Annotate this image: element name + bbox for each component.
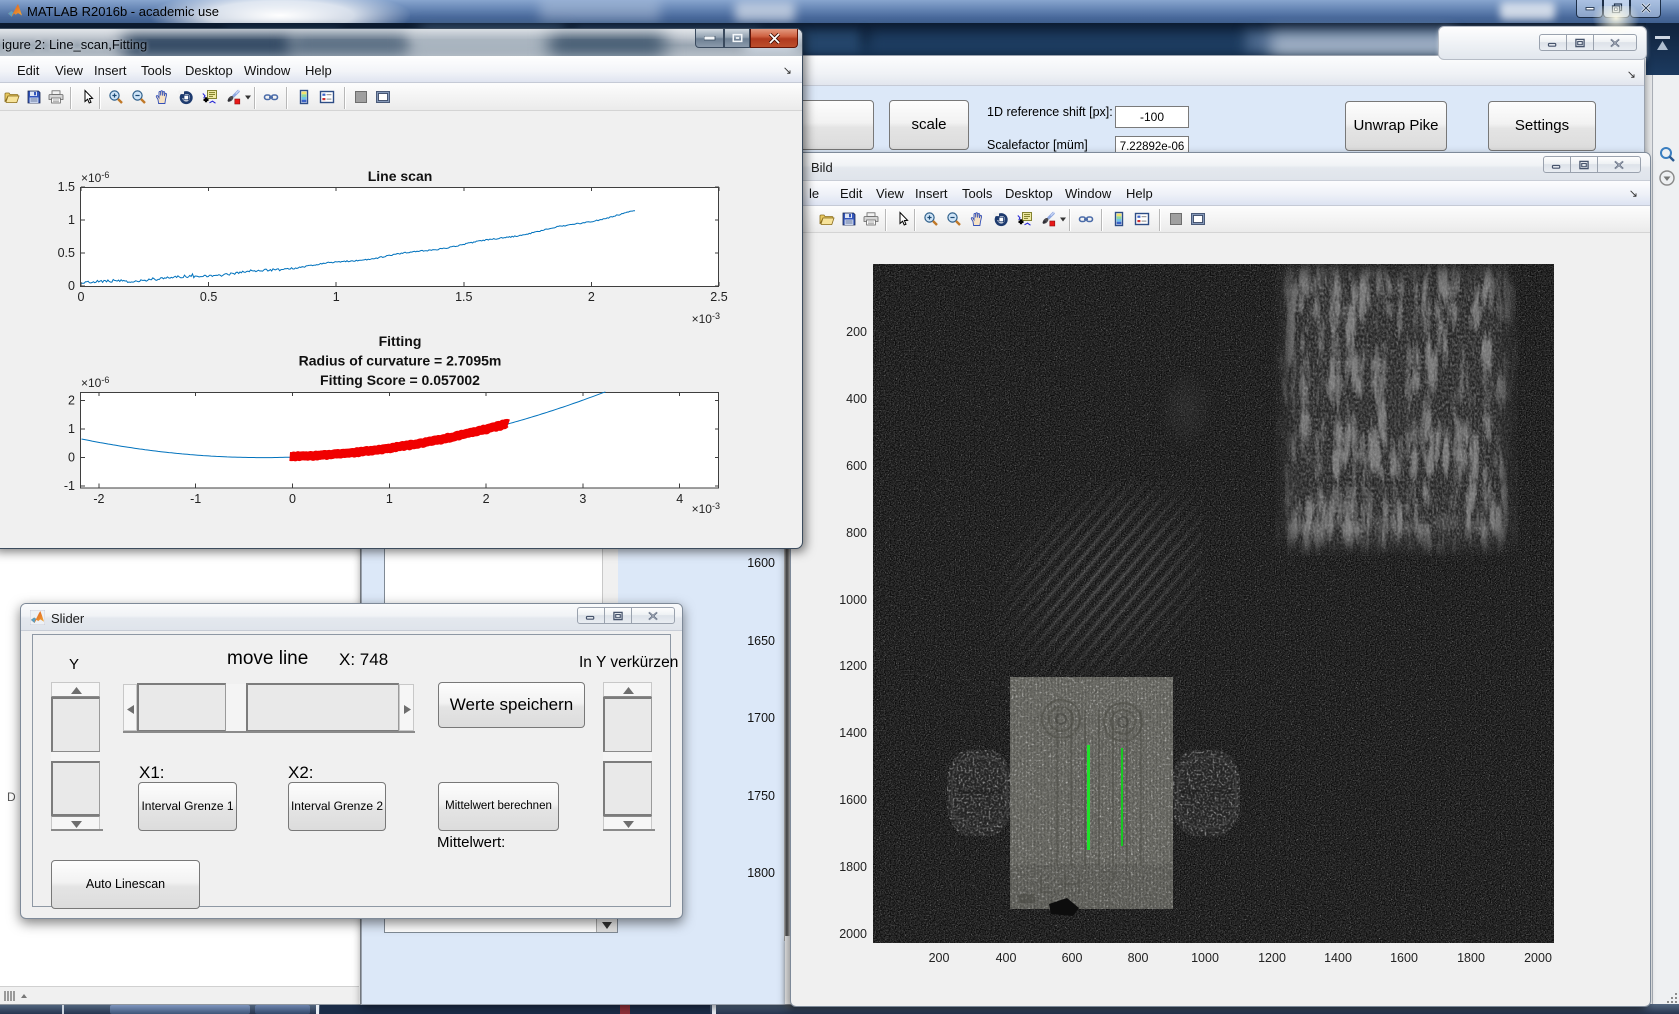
svg-text:Radius of curvature = 2.7095m: Radius of curvature = 2.7095m xyxy=(299,353,502,369)
svg-text:0.5: 0.5 xyxy=(58,246,75,260)
svg-text:0: 0 xyxy=(68,279,75,293)
svg-text:1: 1 xyxy=(333,290,340,304)
svg-text:0: 0 xyxy=(68,451,75,465)
svg-text:Line scan: Line scan xyxy=(368,168,433,184)
svg-text:×10-3: ×10-3 xyxy=(692,501,720,516)
svg-text:2.5: 2.5 xyxy=(710,290,727,304)
svg-text:-2: -2 xyxy=(93,492,104,506)
svg-text:0: 0 xyxy=(78,290,85,304)
svg-text:1.5: 1.5 xyxy=(455,290,472,304)
svg-text:0: 0 xyxy=(289,492,296,506)
svg-text:3: 3 xyxy=(579,492,586,506)
svg-text:2: 2 xyxy=(588,290,595,304)
svg-text:1: 1 xyxy=(68,422,75,436)
svg-text:0.5: 0.5 xyxy=(200,290,217,304)
svg-text:2: 2 xyxy=(483,492,490,506)
svg-text:Fitting Score = 0.057002: Fitting Score = 0.057002 xyxy=(320,372,480,388)
svg-text:-1: -1 xyxy=(190,492,201,506)
svg-text:1: 1 xyxy=(386,492,393,506)
svg-text:×10-6: ×10-6 xyxy=(81,375,109,390)
svg-text:4: 4 xyxy=(676,492,683,506)
svg-text:Fitting: Fitting xyxy=(379,333,422,349)
svg-text:1: 1 xyxy=(68,213,75,227)
svg-text:×10-3: ×10-3 xyxy=(692,311,720,326)
svg-text:1.5: 1.5 xyxy=(58,180,75,194)
svg-text:-1: -1 xyxy=(64,479,75,493)
svg-text:2: 2 xyxy=(68,393,75,407)
svg-text:×10-6: ×10-6 xyxy=(81,170,109,185)
